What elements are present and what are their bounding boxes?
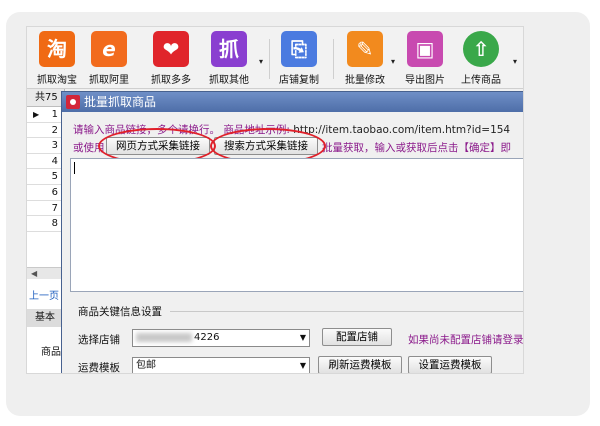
search-collect-button[interactable]: 搜索方式采集链接: [214, 137, 318, 155]
web-collect-button[interactable]: 网页方式采集链接: [106, 137, 210, 155]
shop-copy-icon: ⎘: [281, 31, 317, 67]
main-toolbar: 淘 抓取淘宝 e 抓取阿里 ❤ 抓取多多 抓 抓取其他 ▾ ⎘ 店铺复制 ✎ 批…: [27, 27, 523, 89]
toolbar-button-label: 抓取多多: [151, 75, 191, 86]
toolbar-button-label: 抓取淘宝: [37, 75, 77, 86]
toolbar-separator: [333, 39, 334, 79]
chevron-down-icon: ▼: [299, 333, 306, 342]
upload-goods-icon: ⇧: [463, 31, 499, 67]
row-number: 4: [51, 155, 58, 167]
grid-count-header: 共75: [27, 89, 64, 107]
batch-grab-dialog: 批量抓取商品 请输入商品链接，多个请换行。 商品地址示例: http://ite…: [61, 91, 524, 374]
alibaba-icon: e: [91, 31, 127, 67]
upload-goods-dropdown-icon[interactable]: ▾: [513, 57, 517, 66]
export-image-icon: ▣: [407, 31, 443, 67]
toolbar-button-label: 上传商品: [461, 75, 501, 86]
batch-edit-icon: ✎: [347, 31, 383, 67]
scroll-left-icon[interactable]: ◀: [31, 269, 37, 278]
row-number: 7: [51, 202, 58, 214]
goods-label: 商品: [41, 347, 61, 358]
toolbar-button-label: 批量修改: [345, 75, 385, 86]
row-number: 6: [51, 186, 58, 198]
chevron-down-icon: ▼: [299, 361, 306, 370]
toolbar-button-label: 导出图片: [405, 75, 445, 86]
horizontal-scrollbar[interactable]: ◀: [27, 267, 65, 279]
toolbar-button-label: 店铺复制: [279, 75, 319, 86]
shop-select[interactable]: 4226 ▼: [132, 329, 310, 347]
toolbar-button-label: 抓取其他: [209, 75, 249, 86]
shop-label: 选择店铺: [78, 334, 120, 346]
current-row-arrow-icon: ▶: [33, 110, 40, 119]
toolbar-button-upload-goods[interactable]: ⇧ 上传商品: [451, 31, 511, 87]
toolbar-button-alibaba[interactable]: e 抓取阿里: [79, 31, 139, 87]
grid-row[interactable]: 6: [27, 185, 64, 201]
grid-row[interactable]: ▶ 1: [27, 107, 64, 123]
toolbar-button-taobao[interactable]: 淘 抓取淘宝: [27, 31, 87, 87]
dialog-titlebar[interactable]: 批量抓取商品: [62, 92, 523, 112]
toolbar-button-shop-copy[interactable]: ⎘ 店铺复制: [269, 31, 329, 87]
text-caret: [74, 162, 75, 174]
toolbar-button-label: 抓取阿里: [89, 75, 129, 86]
set-freight-button[interactable]: 设置运费模板: [408, 356, 492, 373]
grid-row[interactable]: 5: [27, 169, 64, 185]
app-window: 淘 抓取淘宝 e 抓取阿里 ❤ 抓取多多 抓 抓取其他 ▾ ⎘ 店铺复制 ✎ 批…: [26, 26, 524, 374]
toolbar-button-pinduoduo[interactable]: ❤ 抓取多多: [141, 31, 201, 87]
or-use-text: 或使用: [73, 142, 105, 154]
tab-basic[interactable]: 基本: [27, 309, 65, 327]
taobao-icon: 淘: [39, 31, 75, 67]
instruction-text: 请输入商品链接，多个请换行。 商品地址示例:: [73, 124, 290, 136]
instruction-line: 请输入商品链接，多个请换行。 商品地址示例: http://item.taoba…: [73, 122, 510, 137]
freight-label: 运费模板: [78, 362, 120, 374]
toolbar-button-batch-edit[interactable]: ✎ 批量修改: [335, 31, 395, 87]
links-textarea[interactable]: [70, 158, 523, 292]
toolbar-button-grab-other[interactable]: 抓 抓取其他: [199, 31, 259, 87]
grid-row[interactable]: 8: [27, 216, 64, 232]
grid-row[interactable]: 4: [27, 154, 64, 170]
freight-select[interactable]: 包邮 ▼: [132, 357, 310, 373]
row-number: 2: [51, 124, 58, 136]
row-number: 3: [51, 140, 58, 152]
toolbar-button-export-image[interactable]: ▣ 导出图片: [395, 31, 455, 87]
pinduoduo-icon: ❤: [153, 31, 189, 67]
config-shop-button[interactable]: 配置店铺: [322, 328, 392, 346]
row-number: 5: [51, 171, 58, 183]
goods-grid-pane: 共75 ▶ 1 2 3 4 5 6 7 8 ◀ 上一页 基本 商品: [27, 89, 65, 373]
app-icon: [66, 95, 80, 109]
grab-other-icon: 抓: [211, 31, 247, 67]
refresh-freight-button[interactable]: 刷新运费模板: [318, 356, 402, 373]
after-buttons-text: 批量获取，输入或获取后点击【确定】即: [322, 142, 511, 154]
dialog-title: 批量抓取商品: [84, 95, 157, 109]
blurred-shop-name: [136, 332, 192, 342]
row-number: 8: [51, 218, 58, 230]
freight-value: 包邮: [136, 360, 156, 371]
example-url: http://item.taobao.com/item.htm?id=154: [293, 124, 511, 136]
row-number: 1: [51, 109, 58, 120]
prev-page-link[interactable]: 上一页: [29, 287, 59, 302]
group-title: 商品关键信息设置: [78, 306, 162, 318]
grid-row[interactable]: 2: [27, 123, 64, 139]
grab-other-dropdown-icon[interactable]: ▾: [259, 57, 263, 66]
grid-row[interactable]: 3: [27, 138, 64, 154]
grid-row[interactable]: 7: [27, 201, 64, 217]
shop-value: 4226: [194, 332, 220, 343]
group-divider: [170, 311, 523, 312]
config-hint: 如果尚未配置店铺请登录: [408, 334, 524, 346]
